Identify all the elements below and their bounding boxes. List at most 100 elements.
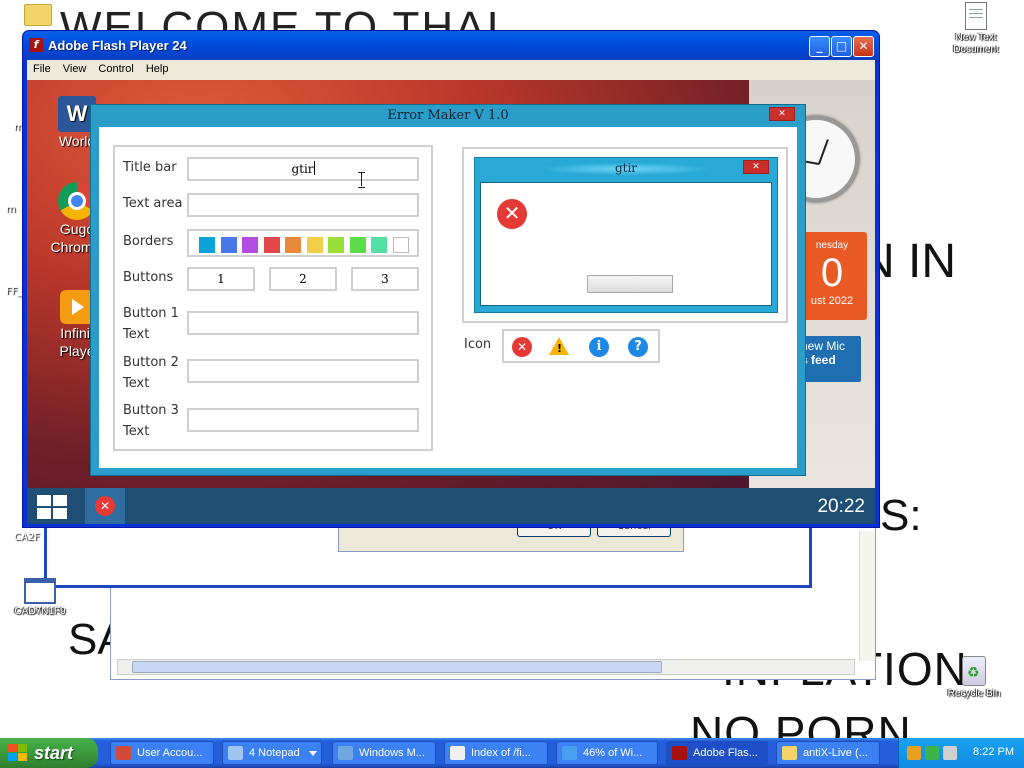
desktop-icon-cad[interactable]: CAD7N1F9 — [10, 578, 70, 618]
preview-dialog: gtir ✕ ✕ — [474, 157, 778, 313]
border-color-swatch[interactable] — [263, 237, 280, 253]
button3-text-input[interactable] — [187, 408, 419, 432]
text-area-label: Text area — [123, 196, 183, 211]
calendar-number: 0 — [820, 251, 844, 295]
maximize-button[interactable]: □ — [831, 36, 852, 57]
preview-body: ✕ — [480, 182, 772, 306]
minimize-button[interactable]: _ — [809, 36, 830, 57]
text-cursor-icon — [358, 172, 366, 188]
menu-view[interactable]: View — [57, 60, 93, 75]
settings-panel: Title bar gtir Text area Borders Buttons… — [113, 145, 433, 451]
border-color-swatch[interactable] — [392, 237, 409, 253]
border-color-swatch[interactable] — [371, 237, 387, 253]
error-maker-window: Error Maker V 1.0 ✕ Title bar gtir Text … — [90, 104, 806, 476]
feed-line: new Mic — [801, 339, 846, 353]
button2-text-label: Button 2 Text — [123, 355, 179, 391]
desktop-icon-recycle-bin[interactable]: ♻ Recycle Bin — [944, 656, 1004, 700]
border-color-swatch[interactable] — [349, 237, 366, 253]
taskbar-item-label: Windows M... — [359, 747, 426, 759]
borders-label: Borders — [123, 234, 174, 249]
preview-close-button[interactable]: ✕ — [743, 160, 769, 174]
flash-icon — [672, 746, 687, 760]
preview-panel: gtir ✕ ✕ — [462, 147, 788, 323]
taskbar-item-label: Index of /fi... — [471, 747, 531, 759]
taskbar-item-label: User Accou... — [137, 747, 203, 759]
taskbar-item-label: antiX-Live (... — [803, 747, 868, 759]
button-count-group: 1 2 3 — [187, 267, 427, 291]
player-icon — [60, 290, 94, 324]
button1-text-input[interactable] — [187, 311, 419, 335]
taskbar-item-label: 46% of Wi... — [583, 747, 643, 759]
error-maker-body: Title bar gtir Text area Borders Buttons… — [99, 127, 797, 468]
taskbar-item-label: Adobe Flas... — [693, 747, 758, 759]
error-maker-title[interactable]: Error Maker V 1.0 — [91, 105, 805, 127]
title-bar-value: gtir — [291, 162, 314, 176]
button-count-3[interactable]: 3 — [351, 267, 419, 291]
windows-logo-icon[interactable] — [37, 495, 67, 519]
users-icon — [116, 746, 131, 760]
title-bar-input[interactable]: gtir — [187, 157, 419, 181]
taskbar-item[interactable]: User Accou... — [110, 741, 214, 765]
tray-network-icon[interactable] — [925, 746, 939, 760]
taskbar-item[interactable]: antiX-Live (... — [776, 741, 880, 765]
taskbar-item[interactable]: Adobe Flas... — [666, 741, 768, 765]
button1-text-label: Button 1 Text — [123, 306, 179, 342]
recycle-bin-icon: ♻ — [962, 656, 986, 686]
stage-taskbar: ✕ 20:22 — [27, 488, 875, 524]
taskbar-item[interactable]: 46% of Wi... — [556, 741, 658, 765]
horizontal-scrollbar[interactable] — [117, 659, 855, 675]
border-color-picker — [187, 229, 419, 257]
warning-icon[interactable]: ! — [549, 337, 569, 355]
window-title: Adobe Flash Player 24 — [48, 38, 187, 53]
error-maker-close-button[interactable]: ✕ — [769, 107, 795, 121]
button-count-2[interactable]: 2 — [269, 267, 337, 291]
border-color-swatch[interactable] — [242, 237, 258, 253]
calendar-month: ust 2022 — [810, 295, 854, 307]
desktop-folder-icon[interactable] — [24, 4, 52, 26]
text-area-input[interactable] — [187, 193, 419, 217]
desktop-edge-label: FF_ — [6, 286, 23, 297]
window-titlebar[interactable]: f Adobe Flash Player 24 _ □ ✕ — [23, 31, 879, 60]
start-label: start — [34, 743, 74, 763]
folder-icon — [782, 746, 797, 760]
border-color-swatch[interactable] — [306, 237, 323, 253]
menu-file[interactable]: File — [27, 60, 57, 75]
stage-taskbar-error-item[interactable]: ✕ — [85, 488, 125, 524]
close-button[interactable]: ✕ — [853, 36, 874, 57]
error-icon: ✕ — [95, 496, 115, 516]
border-color-swatch[interactable] — [285, 237, 301, 253]
chevron-down-icon — [309, 751, 317, 756]
question-icon[interactable]: ? — [628, 337, 648, 357]
page-icon — [450, 746, 465, 760]
vertical-scrollbar[interactable] — [859, 531, 875, 661]
menu-help[interactable]: Help — [140, 60, 175, 75]
button2-text-input[interactable] — [187, 359, 419, 383]
ie-icon — [562, 746, 577, 760]
button3-text-label: Button 3 Text — [123, 403, 179, 439]
info-icon[interactable]: i — [589, 337, 609, 357]
error-icon[interactable]: ✕ — [512, 337, 532, 357]
calendar-day: nesday — [815, 240, 849, 251]
menu-control[interactable]: Control — [92, 60, 139, 75]
preview-button[interactable] — [587, 275, 673, 293]
taskbar-item[interactable]: Windows M... — [332, 741, 436, 765]
error-icon: ✕ — [497, 199, 527, 229]
stage-clock: 20:22 — [817, 496, 865, 517]
border-color-swatch[interactable] — [328, 237, 344, 253]
button-count-1[interactable]: 1 — [187, 267, 255, 291]
taskbar: start User Accou... 4 Notepad Windows M...… — [0, 738, 1024, 768]
start-button[interactable]: start — [0, 738, 98, 768]
icon-picker: ✕ ! i ? — [502, 329, 660, 363]
tray-app-icon[interactable] — [907, 746, 921, 760]
scrollbar-thumb[interactable] — [132, 661, 662, 673]
text-document-icon — [965, 2, 987, 30]
desktop-icon-new-text-document[interactable]: New Text Document — [946, 2, 1006, 56]
border-color-swatch[interactable] — [199, 237, 215, 253]
taskbar-item[interactable]: 4 Notepad — [222, 741, 322, 765]
flash-icon: f — [29, 38, 43, 52]
border-color-swatch[interactable] — [220, 237, 237, 253]
calendar-widget: nesday 0 ust 2022 — [797, 232, 867, 320]
tray-volume-icon[interactable] — [943, 746, 957, 760]
system-tray: 8:22 PM — [898, 738, 1024, 768]
taskbar-item[interactable]: Index of /fi... — [444, 741, 548, 765]
